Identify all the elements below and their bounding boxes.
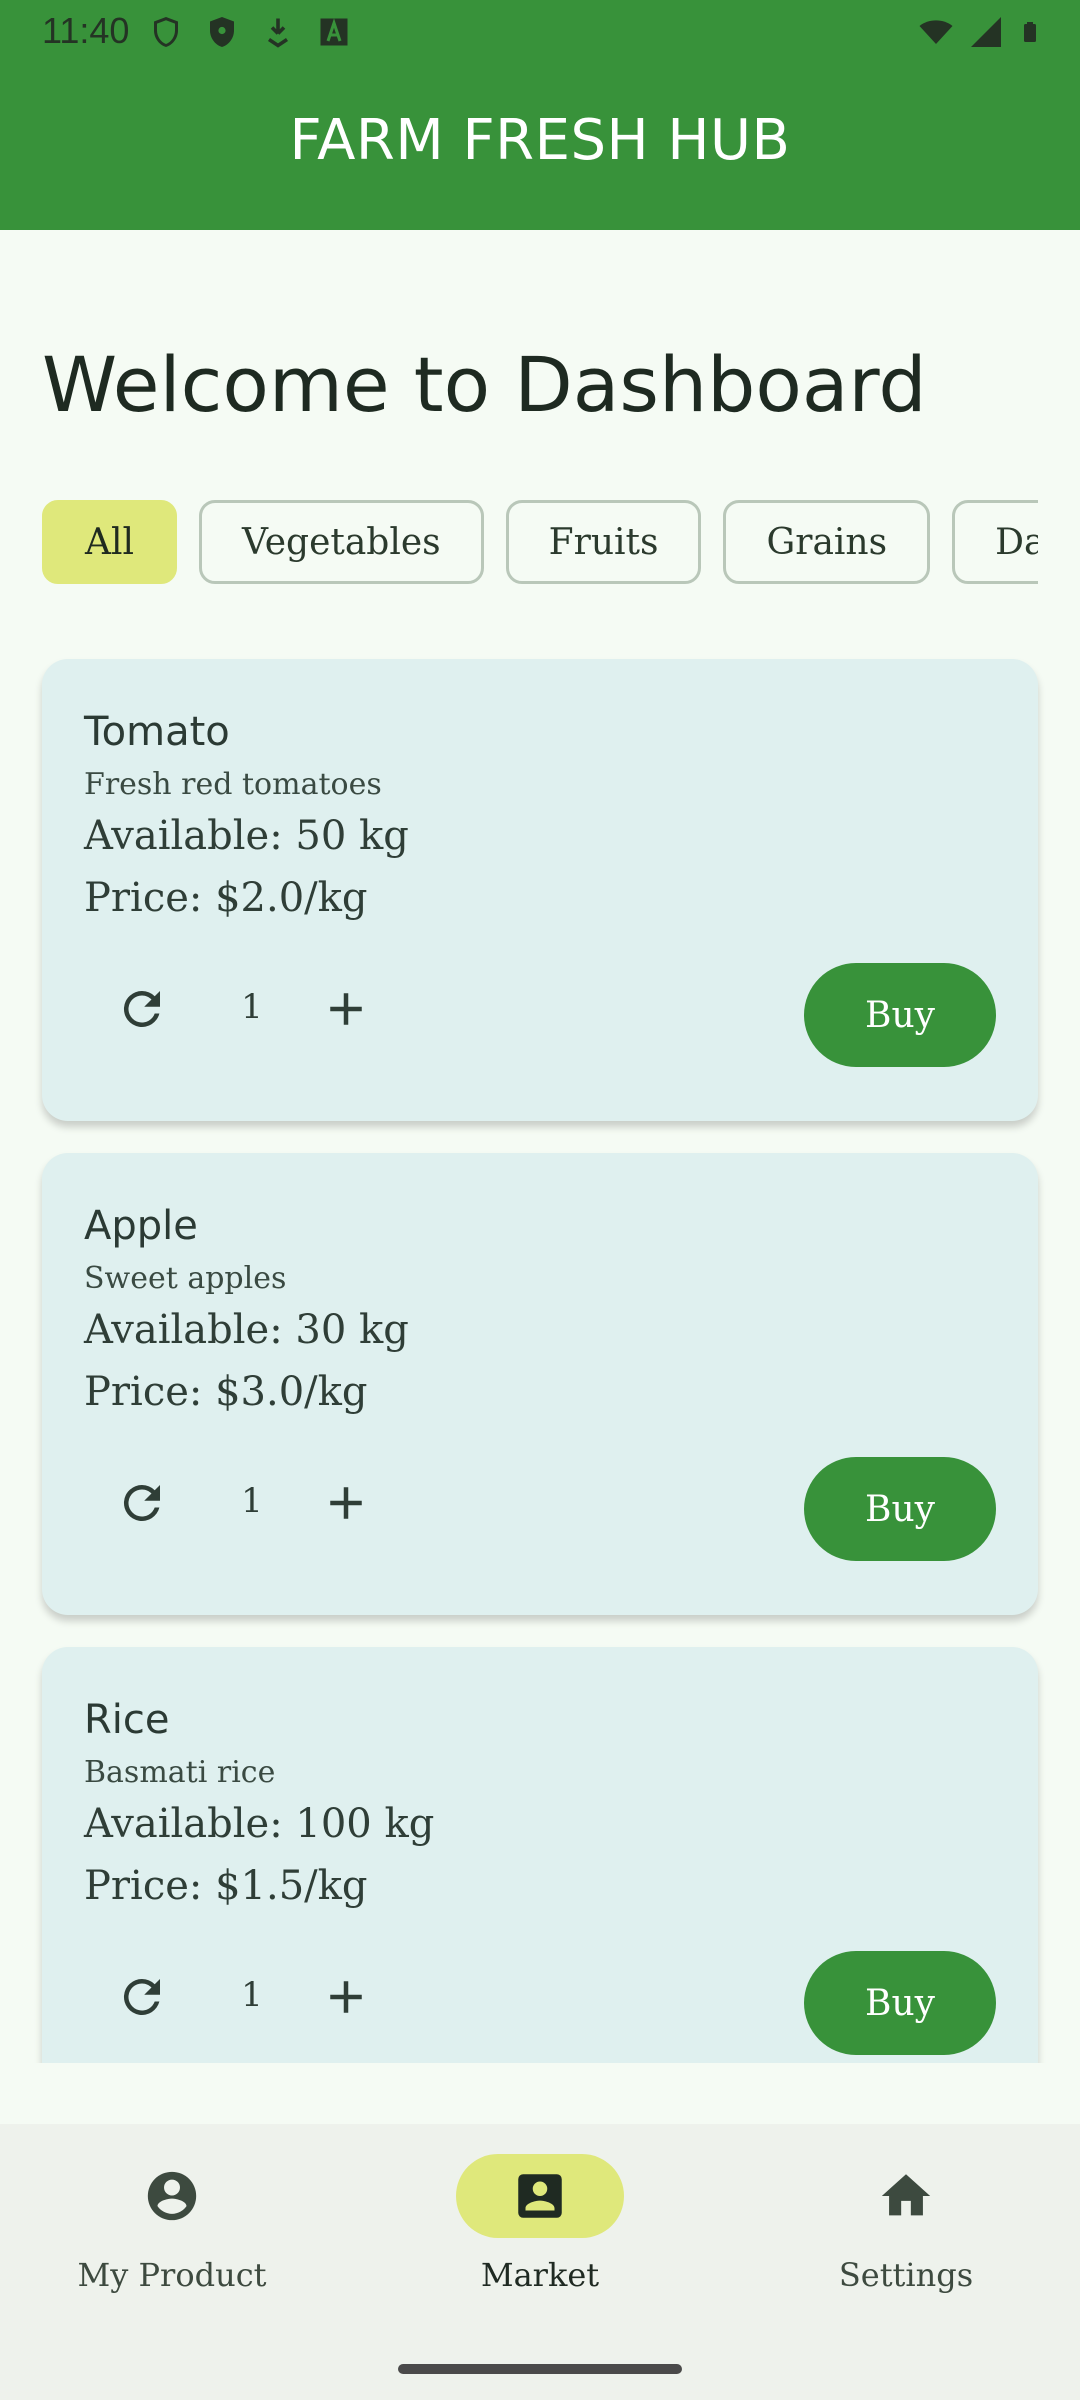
product-description: Fresh red tomatoes xyxy=(84,767,382,802)
product-card-tomato: Tomato Fresh red tomatoes Available: 50 … xyxy=(42,659,1038,1121)
wifi-icon xyxy=(919,20,953,44)
quantity-stepper: 1 xyxy=(102,1453,402,1553)
shield-outline-icon xyxy=(154,17,178,47)
battery-icon xyxy=(1024,22,1036,42)
product-name: Rice xyxy=(84,1697,170,1743)
person-card-icon xyxy=(518,2174,562,2218)
quantity-value: 1 xyxy=(241,1481,263,1521)
app-title: FARM FRESH HUB xyxy=(289,108,791,173)
product-price: Price: $1.5/kg xyxy=(84,1863,368,1909)
quantity-stepper: 1 xyxy=(102,959,402,1059)
product-card-rice: Rice Basmati rice Available: 100 kg Pric… xyxy=(42,1647,1038,2063)
increase-quantity-button[interactable] xyxy=(306,969,386,1049)
chip-vegetables[interactable]: Vegetables xyxy=(199,500,484,584)
nav-item-settings[interactable]: Settings xyxy=(756,2154,1056,2304)
nav-label: My Product xyxy=(77,2256,267,2294)
product-availability: Available: 100 kg xyxy=(84,1801,435,1847)
nav-label: Settings xyxy=(838,2256,974,2294)
product-name: Apple xyxy=(84,1203,198,1249)
category-filter-chips: All Vegetables Fruits Grains Dairy xyxy=(42,500,1038,584)
increase-quantity-button[interactable] xyxy=(306,1957,386,2037)
refresh-icon xyxy=(123,990,160,1027)
quantity-stepper: 1 xyxy=(102,1947,402,2047)
buy-button[interactable]: Buy xyxy=(804,1951,996,2055)
bottom-navigation: My Product Market Settings xyxy=(0,2124,1080,2400)
download-icon xyxy=(268,18,288,48)
product-list[interactable]: Tomato Fresh red tomatoes Available: 50 … xyxy=(0,655,1080,2063)
status-time: 11:40 xyxy=(42,10,130,51)
home-icon xyxy=(881,2174,931,2216)
nav-label: Market xyxy=(480,2256,600,2294)
chip-all[interactable]: All xyxy=(42,500,178,584)
product-availability: Available: 30 kg xyxy=(84,1307,409,1353)
chip-dairy[interactable]: Dairy xyxy=(952,500,1038,584)
buy-button[interactable]: Buy xyxy=(804,1457,996,1561)
reset-quantity-button[interactable] xyxy=(102,1463,182,1543)
font-a-icon xyxy=(320,18,348,46)
shield-filled-icon xyxy=(210,17,234,47)
buy-button[interactable]: Buy xyxy=(804,963,996,1067)
product-description: Basmati rice xyxy=(84,1755,276,1790)
account-circle-icon xyxy=(147,2171,197,2221)
nav-item-my-product[interactable]: My Product xyxy=(22,2154,322,2304)
product-price: Price: $2.0/kg xyxy=(84,875,368,921)
chip-grains[interactable]: Grains xyxy=(723,500,931,584)
quantity-value: 1 xyxy=(241,1975,263,2015)
refresh-icon xyxy=(123,1485,160,1521)
signal-icon xyxy=(971,17,1001,47)
chip-fruits[interactable]: Fruits xyxy=(505,500,702,584)
home-gesture-indicator[interactable] xyxy=(398,2364,682,2374)
app-bar: 11:40 FARM FRESH HUB xyxy=(0,0,1080,230)
nav-item-market[interactable]: Market xyxy=(390,2154,690,2304)
product-card-apple: Apple Sweet apples Available: 30 kg Pric… xyxy=(42,1153,1038,1615)
plus-icon xyxy=(330,1981,362,2013)
status-bar: 11:40 xyxy=(0,0,1080,62)
product-name: Tomato xyxy=(84,709,230,755)
increase-quantity-button[interactable] xyxy=(306,1463,386,1543)
product-description: Sweet apples xyxy=(84,1261,287,1296)
product-availability: Available: 50 kg xyxy=(84,813,409,859)
reset-quantity-button[interactable] xyxy=(102,1957,182,2037)
plus-icon xyxy=(330,1487,362,1519)
refresh-icon xyxy=(123,1979,160,2015)
plus-icon xyxy=(330,993,362,1025)
product-price: Price: $3.0/kg xyxy=(84,1369,368,1415)
page-title: Welcome to Dashboard xyxy=(42,340,927,429)
quantity-value: 1 xyxy=(241,987,263,1027)
reset-quantity-button[interactable] xyxy=(102,969,182,1049)
